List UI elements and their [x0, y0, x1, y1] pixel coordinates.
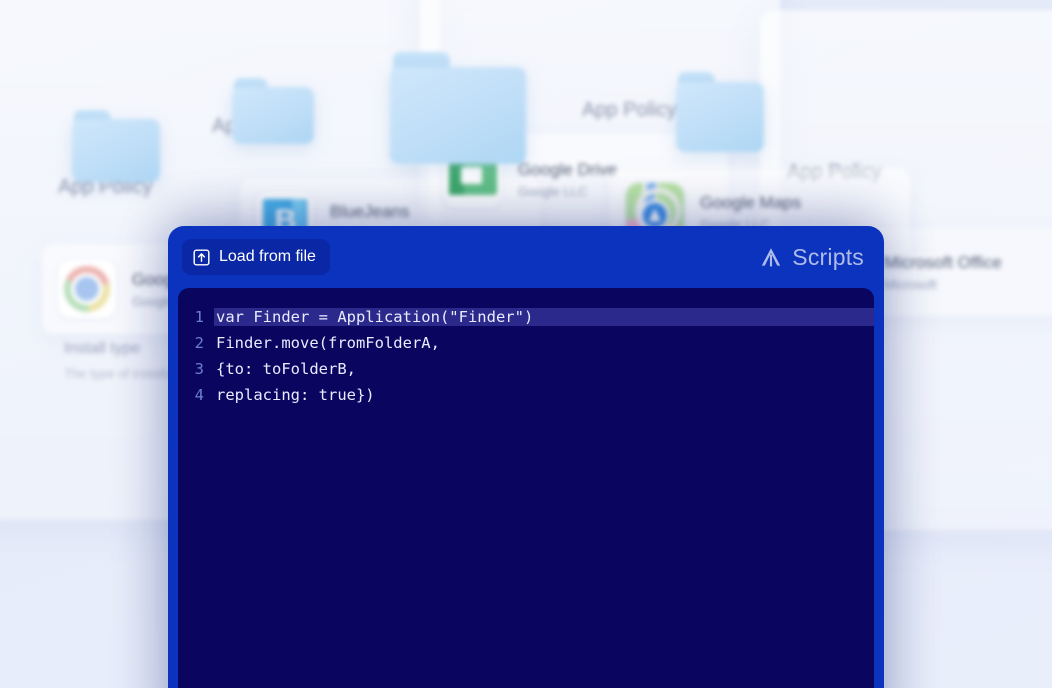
line-number: 3 — [194, 360, 204, 378]
app-card-name: Microsoft Office — [884, 252, 1002, 272]
app-card-name: Google Maps — [700, 192, 802, 212]
load-from-file-button[interactable]: Load from file — [182, 239, 330, 275]
code-line[interactable]: 2 Finder.move(fromFolderA, — [178, 330, 874, 356]
scripts-brand: Scripts — [759, 244, 864, 271]
folder-icon — [72, 110, 160, 182]
background-section-title: App Policy — [582, 99, 677, 121]
line-content[interactable]: replacing: true}) — [214, 386, 874, 404]
line-number: 1 — [194, 308, 204, 326]
background-field-label: Install type — [64, 340, 141, 357]
folder-icon — [676, 72, 764, 152]
line-content[interactable]: {to: toFolderB, — [214, 360, 874, 378]
chrome-icon — [58, 260, 116, 318]
scripts-logo-icon — [759, 245, 783, 269]
screen: App Policy App Policy App Policy App Pol… — [0, 0, 1052, 688]
code-line[interactable]: 4 replacing: true}) — [178, 382, 874, 408]
line-content[interactable]: Finder.move(fromFolderA, — [214, 334, 874, 352]
background-app-card: Microsoft Office Microsoft — [860, 228, 1052, 316]
folder-icon — [232, 78, 314, 144]
code-line[interactable]: 1 var Finder = Application("Finder") — [178, 304, 874, 330]
line-content[interactable]: var Finder = Application("Finder") — [214, 308, 874, 326]
scripts-dialog: Load from file Scripts 1 var Finder = Ap… — [168, 226, 884, 688]
app-card-publisher: Google LLC — [518, 183, 588, 199]
app-card-name: BlueJeans — [330, 201, 410, 221]
app-card-name: Google Drive — [518, 159, 618, 179]
code-line[interactable]: 3 {to: toFolderB, — [178, 356, 874, 382]
upload-icon — [193, 248, 210, 266]
scripts-brand-label: Scripts — [792, 243, 864, 270]
line-number: 4 — [194, 386, 204, 404]
load-from-file-label: Load from file — [219, 248, 316, 265]
dialog-header: Load from file Scripts — [168, 226, 884, 288]
app-card-publisher: Microsoft — [884, 276, 937, 292]
script-code-editor[interactable]: 1 var Finder = Application("Finder") 2 F… — [178, 288, 874, 688]
line-number: 2 — [194, 334, 204, 352]
folder-icon — [390, 52, 526, 164]
